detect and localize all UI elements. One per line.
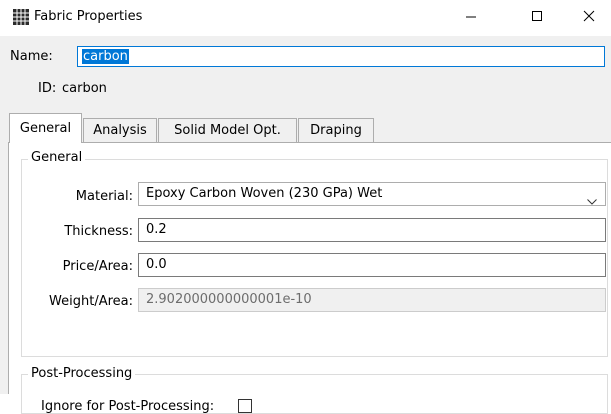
price-area-label: Price/Area: <box>62 259 133 274</box>
post-processing-group-title: Post-Processing <box>28 366 136 381</box>
name-value: carbon <box>82 49 129 64</box>
tab-general[interactable]: General <box>9 113 82 143</box>
price-area-input[interactable]: 0.0 <box>138 253 606 277</box>
name-label: Name: <box>10 49 53 64</box>
close-button[interactable] <box>566 0 611 36</box>
minimize-icon <box>465 10 477 26</box>
dialog-body: Name: carbon ID: carbon General Analysis… <box>0 36 611 414</box>
tab-solid-model-opt-label: Solid Model Opt. <box>174 123 281 138</box>
tab-analysis[interactable]: Analysis <box>83 118 157 142</box>
weight-area-value: 2.902000000000001e-10 <box>146 292 312 307</box>
material-value: Epoxy Carbon Woven (230 GPa) Wet <box>146 186 383 201</box>
material-select[interactable]: Epoxy Carbon Woven (230 GPa) Wet <box>138 182 606 206</box>
weight-area-label: Weight/Area: <box>49 294 133 309</box>
weight-area-input: 2.902000000000001e-10 <box>138 288 606 312</box>
minimize-button[interactable] <box>448 0 493 36</box>
name-input[interactable]: carbon <box>77 46 605 67</box>
material-label: Material: <box>75 189 133 204</box>
id-value: carbon <box>62 81 107 96</box>
window-title: Fabric Properties <box>34 9 143 24</box>
price-area-value: 0.0 <box>146 257 167 272</box>
tab-solid-model-opt[interactable]: Solid Model Opt. <box>158 118 297 142</box>
fabric-grid-icon <box>13 9 29 25</box>
tab-general-label: General <box>19 121 72 136</box>
maximize-icon <box>531 10 543 26</box>
id-label: ID: <box>38 81 57 96</box>
ignore-post-processing-checkbox[interactable] <box>238 399 252 413</box>
close-icon <box>583 10 595 26</box>
thickness-value: 0.2 <box>146 222 167 237</box>
thickness-input[interactable]: 0.2 <box>138 218 606 242</box>
thickness-label: Thickness: <box>64 224 133 239</box>
maximize-button[interactable] <box>514 0 559 36</box>
tab-draping[interactable]: Draping <box>298 118 374 142</box>
chevron-down-icon <box>587 191 597 213</box>
tab-draping-label: Draping <box>310 123 362 138</box>
ignore-post-processing-label: Ignore for Post-Processing: <box>41 399 215 414</box>
title-bar: Fabric Properties <box>0 0 611 36</box>
general-group-title: General <box>28 150 86 165</box>
tab-analysis-label: Analysis <box>93 123 147 138</box>
